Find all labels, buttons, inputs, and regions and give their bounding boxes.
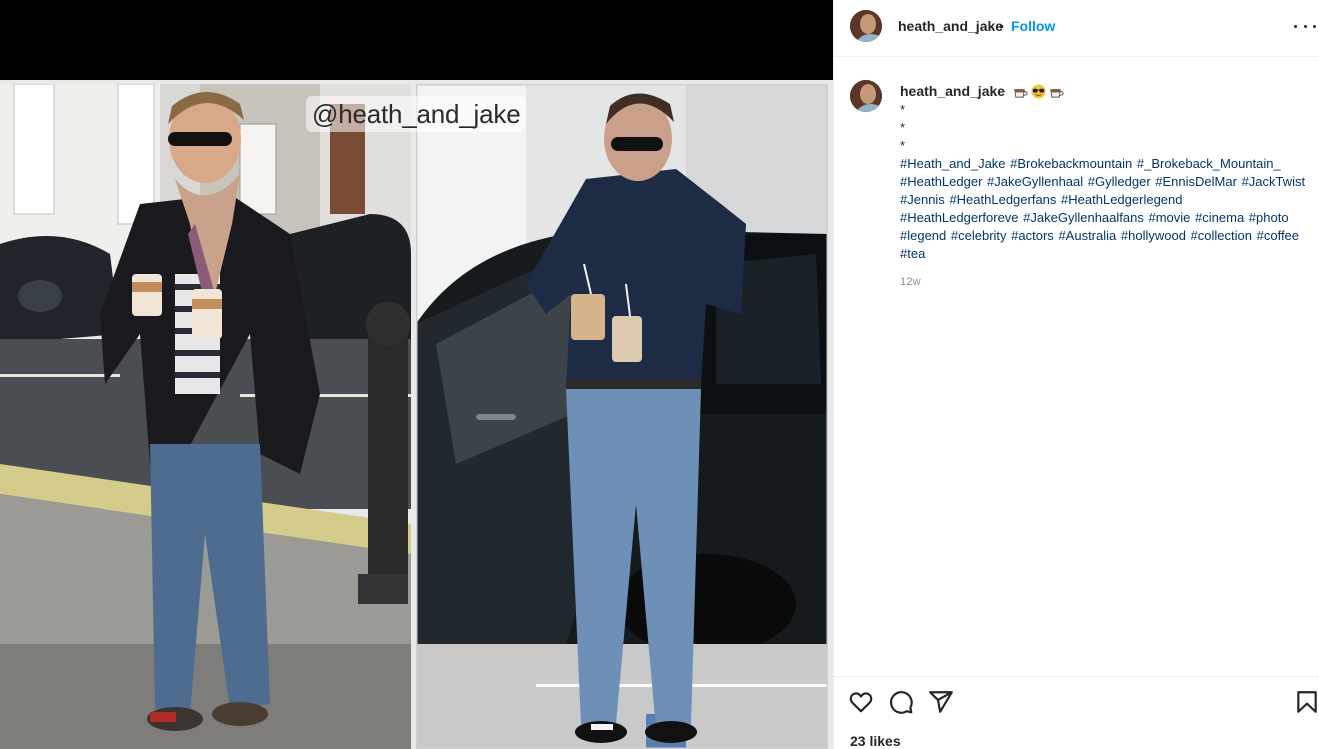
hashtag-link[interactable]: #celebrity [951,228,1007,243]
caption-star-line: * [900,138,906,153]
hashtag-link[interactable]: #_Brokeback_Mountain_ [1137,156,1281,171]
post-timestamp[interactable]: 12w [900,276,921,288]
post-media[interactable]: @heath_and_jake [0,0,833,749]
separator-dot: • [999,18,1004,34]
instagram-post: @heath_and_jake heath_and_jake • Follow [0,0,1319,749]
sunglasses-face-icon [1031,84,1046,99]
hashtag-link[interactable]: #hollywood [1121,228,1186,243]
hashtag-link[interactable]: #legend [900,228,946,243]
hashtag-link[interactable]: #JackTwist [1242,174,1306,189]
hashtag-link[interactable]: #actors [1011,228,1054,243]
post-actions: 23 likes [834,676,1319,749]
caption-avatar[interactable] [850,80,882,112]
hashtag-link[interactable]: #cinema [1195,210,1244,225]
header-username[interactable]: heath_and_jake [898,18,1003,34]
post-photo [0,80,833,749]
hashtag-link[interactable]: #tea [900,246,925,261]
hashtag-link[interactable]: #Gylledger [1088,174,1151,189]
comment-icon[interactable] [888,689,914,715]
hashtag-link[interactable]: #HeathLedgerforeve [900,210,1019,225]
avatar[interactable] [850,10,882,42]
hashtag-link[interactable]: #Heath_and_Jake [900,156,1006,171]
hashtag-link[interactable]: #JakeGyllenhaal [987,174,1083,189]
hashtag-link[interactable]: #HeathLedger [900,174,982,189]
hashtag-link[interactable]: #HeathLedgerlegend [1061,192,1182,207]
caption-hashtags: #Heath_and_Jake #Brokebackmountain #_Bro… [900,155,1319,263]
bookmark-icon[interactable] [1294,689,1319,715]
hot-beverage-icon [1014,89,1028,98]
post-header: heath_and_jake • Follow [834,0,1319,57]
caption-username[interactable]: heath_and_jake [900,83,1005,99]
likes-count[interactable]: 23 likes [850,733,901,749]
photo-panel-left [0,84,411,749]
photo-panel-right [416,84,828,749]
hashtag-link[interactable]: #Australia [1058,228,1116,243]
hashtag-link[interactable]: #collection [1191,228,1252,243]
hashtag-link[interactable]: #Brokebackmountain [1010,156,1132,171]
share-icon[interactable] [928,689,954,715]
hashtag-link[interactable]: #movie [1148,210,1190,225]
more-options-icon[interactable] [1294,14,1316,38]
caption-star-line: * [900,120,906,135]
hashtag-link[interactable]: #Jennis [900,192,945,207]
follow-button[interactable]: Follow [1011,18,1055,34]
post-caption: heath_and_jake * * * #Heath_and_Jake #Br… [900,82,1319,263]
caption-star-line: * [900,102,906,117]
hashtag-link[interactable]: #coffee [1257,228,1299,243]
post-sidebar: heath_and_jake • Follow heath_and_jake *… [833,0,1319,749]
hashtag-link[interactable]: #JakeGyllenhaalfans [1023,210,1144,225]
photo-watermark: @heath_and_jake [306,96,527,132]
hashtag-link[interactable]: #HeathLedgerfans [949,192,1056,207]
hashtag-link[interactable]: #photo [1249,210,1289,225]
caption-emojis [1013,84,1064,99]
heart-icon[interactable] [848,689,874,715]
hot-beverage-icon [1050,89,1064,98]
hashtag-link[interactable]: #EnnisDelMar [1155,174,1237,189]
